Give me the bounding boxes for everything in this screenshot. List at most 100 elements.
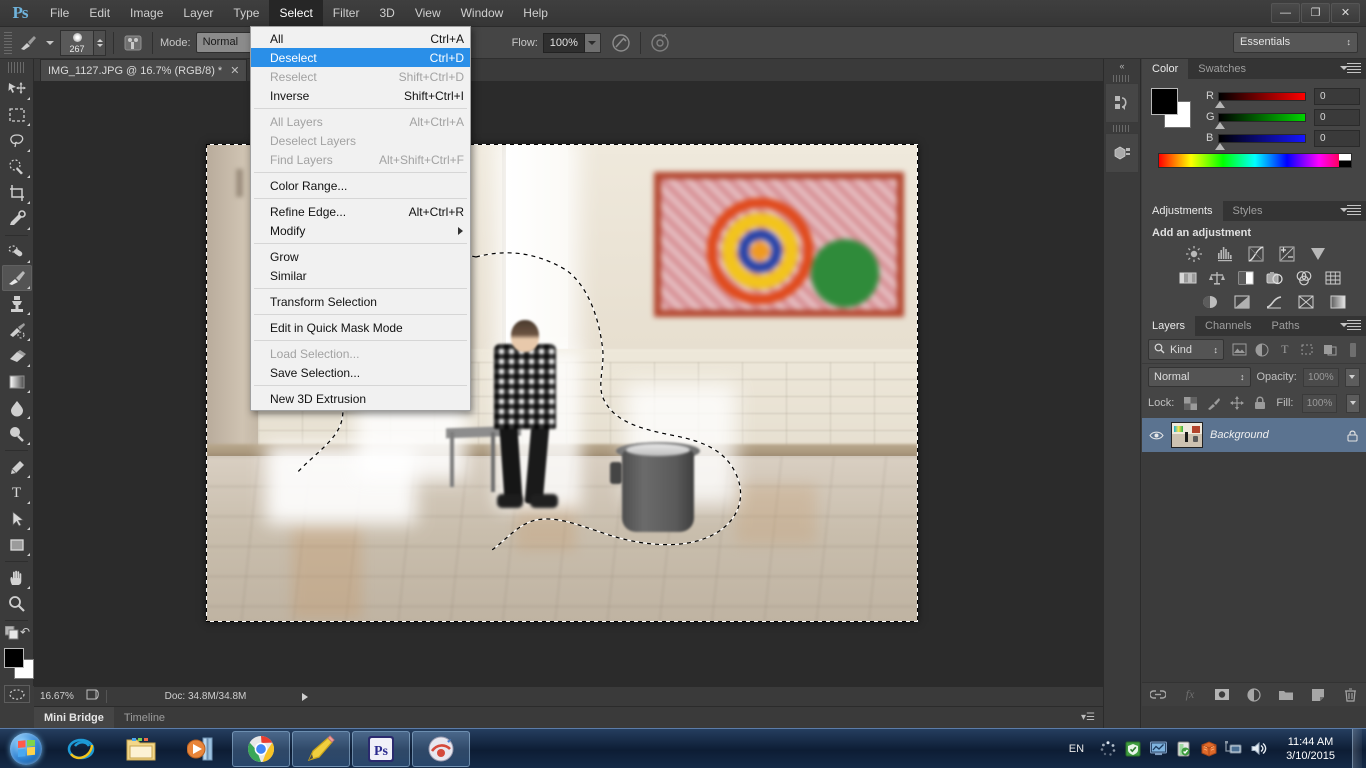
invert-icon[interactable] [1200, 293, 1220, 311]
history-brush-tool[interactable] [2, 317, 32, 343]
opacity-value[interactable]: 100% [1302, 367, 1339, 387]
filter-toggle-switch[interactable] [1345, 342, 1360, 358]
battery-icon[interactable] [1174, 740, 1192, 758]
eyedropper-tool[interactable] [2, 206, 32, 232]
security-shield-icon[interactable] [1124, 740, 1142, 758]
restore-button[interactable]: ❐ [1301, 2, 1330, 23]
gradient-map-icon[interactable] [1328, 293, 1348, 311]
menu-item-new-3d-extrusion[interactable]: New 3D Extrusion [251, 389, 470, 408]
black-white-swatch[interactable] [1339, 154, 1351, 167]
notepad-plus-icon[interactable] [292, 730, 350, 767]
windows-media-player-icon[interactable] [172, 731, 230, 767]
move-tool[interactable] [2, 76, 32, 102]
hue-saturation-icon[interactable] [1178, 269, 1198, 287]
filter-shape-layers-icon[interactable] [1300, 342, 1315, 358]
crop-tool[interactable] [2, 180, 32, 206]
filter-pixel-layers-icon[interactable] [1232, 342, 1247, 358]
tab-styles[interactable]: Styles [1223, 201, 1273, 221]
3d-panel-icon[interactable] [1105, 133, 1139, 173]
tab-layers[interactable]: Layers [1142, 316, 1196, 336]
dodge-tool[interactable] [2, 421, 32, 447]
layer-name[interactable]: Background [1210, 429, 1337, 441]
flow-input[interactable]: 100% [542, 32, 585, 53]
lasso-tool[interactable] [2, 128, 32, 154]
black-white-icon[interactable] [1236, 269, 1256, 287]
vibrance-icon[interactable] [1308, 245, 1328, 263]
flow-chevron-down-icon[interactable] [584, 32, 601, 53]
color-lookup-icon[interactable] [1323, 269, 1343, 287]
menu-item-all-layers[interactable]: All Layers Alt+Ctrl+A [251, 112, 470, 131]
toolbar-grip[interactable] [8, 62, 25, 73]
lock-all-icon[interactable] [1253, 395, 1267, 411]
menu-item-inverse[interactable]: Inverse Shift+Ctrl+I [251, 86, 470, 105]
spot-healing-brush-tool[interactable] [2, 239, 32, 265]
filter-type-layers-icon[interactable]: T [1278, 342, 1293, 358]
menu-item-edit-in-quick-mask-mode[interactable]: Edit in Quick Mask Mode [251, 318, 470, 337]
canvas-area[interactable] [34, 82, 1103, 686]
fill-value[interactable]: 100% [1302, 393, 1337, 413]
file-explorer-icon[interactable] [112, 731, 170, 767]
blue-slider-thumb[interactable] [1215, 142, 1225, 150]
default-colors-icon[interactable] [4, 625, 19, 645]
menu-item-grow[interactable]: Grow [251, 247, 470, 266]
menu-layer[interactable]: Layer [173, 0, 223, 27]
rectangle-tool[interactable] [2, 532, 32, 558]
minimize-button[interactable]: — [1271, 2, 1300, 23]
blue-value[interactable]: 0 [1314, 129, 1360, 147]
delete-layer-icon[interactable] [1342, 687, 1358, 703]
levels-icon[interactable] [1215, 245, 1235, 263]
swap-colors-icon[interactable]: ↶ [20, 625, 30, 639]
close-button[interactable]: ✕ [1331, 2, 1360, 23]
brush-tool[interactable] [1, 265, 32, 291]
loading-icon[interactable] [1099, 740, 1117, 758]
database-icon[interactable] [1199, 740, 1217, 758]
menu-item-find-layers[interactable]: Find Layers Alt+Shift+Ctrl+F [251, 150, 470, 169]
photoshop-icon[interactable]: Ps [352, 730, 410, 767]
hand-tool[interactable] [2, 565, 32, 591]
zoom-tool[interactable] [2, 591, 32, 617]
language-indicator[interactable]: EN [1069, 743, 1084, 755]
menu-item-deselect-layers[interactable]: Deselect Layers [251, 131, 470, 150]
pen-tool[interactable] [2, 454, 32, 480]
close-document-icon[interactable]: ✕ [230, 64, 239, 77]
color-panel-menu-icon[interactable] [1340, 63, 1361, 75]
quick-mask-toggle[interactable] [3, 685, 30, 703]
airbrush-icon[interactable] [609, 31, 633, 55]
menu-3d[interactable]: 3D [369, 0, 404, 27]
color-panel-swatches[interactable] [1151, 88, 1191, 128]
bottom-panel-collapse-icon[interactable]: ▾☰ [1081, 712, 1095, 723]
google-chrome-icon[interactable] [232, 730, 290, 767]
volume-icon[interactable] [1249, 740, 1267, 758]
tab-mini-bridge[interactable]: Mini Bridge [34, 706, 114, 729]
menu-item-load-selection[interactable]: Load Selection... [251, 344, 470, 363]
green-slider[interactable] [1215, 112, 1306, 129]
menu-type[interactable]: Type [223, 0, 269, 27]
menu-item-modify[interactable]: Modify [251, 221, 470, 240]
clone-stamp-tool[interactable] [2, 291, 32, 317]
menu-item-transform-selection[interactable]: Transform Selection [251, 292, 470, 311]
foreground-color-swatch[interactable] [4, 648, 24, 668]
menu-file[interactable]: File [40, 0, 79, 27]
green-value[interactable]: 0 [1314, 108, 1360, 126]
menu-item-save-selection[interactable]: Save Selection... [251, 363, 470, 382]
network-monitor-icon[interactable] [1149, 740, 1167, 758]
tab-color[interactable]: Color [1142, 59, 1189, 79]
opacity-chevron-down-icon[interactable] [1344, 367, 1360, 387]
tablet-pressure-icon[interactable] [648, 31, 672, 55]
zoom-level-field[interactable]: 16.67% [34, 691, 86, 702]
tab-paths[interactable]: Paths [1262, 316, 1310, 336]
start-button[interactable] [0, 729, 52, 768]
menu-select[interactable]: Select [269, 0, 323, 27]
layer-filter-kind-select[interactable]: Kind ↕ [1148, 339, 1224, 360]
filter-adjustment-layers-icon[interactable] [1255, 342, 1270, 358]
menu-window[interactable]: Window [451, 0, 514, 27]
exposure-icon[interactable] [1277, 245, 1297, 263]
filter-smart-objects-icon[interactable] [1323, 342, 1338, 358]
adjustments-panel-menu-icon[interactable] [1340, 205, 1361, 217]
history-panel-icon[interactable] [1105, 83, 1139, 123]
lock-transparent-pixels-icon[interactable] [1183, 395, 1197, 411]
show-desktop-button[interactable] [1352, 728, 1362, 768]
menu-item-similar[interactable]: Similar [251, 266, 470, 285]
new-layer-icon[interactable] [1310, 687, 1326, 703]
adjustment-layer-icon[interactable] [1246, 687, 1262, 703]
